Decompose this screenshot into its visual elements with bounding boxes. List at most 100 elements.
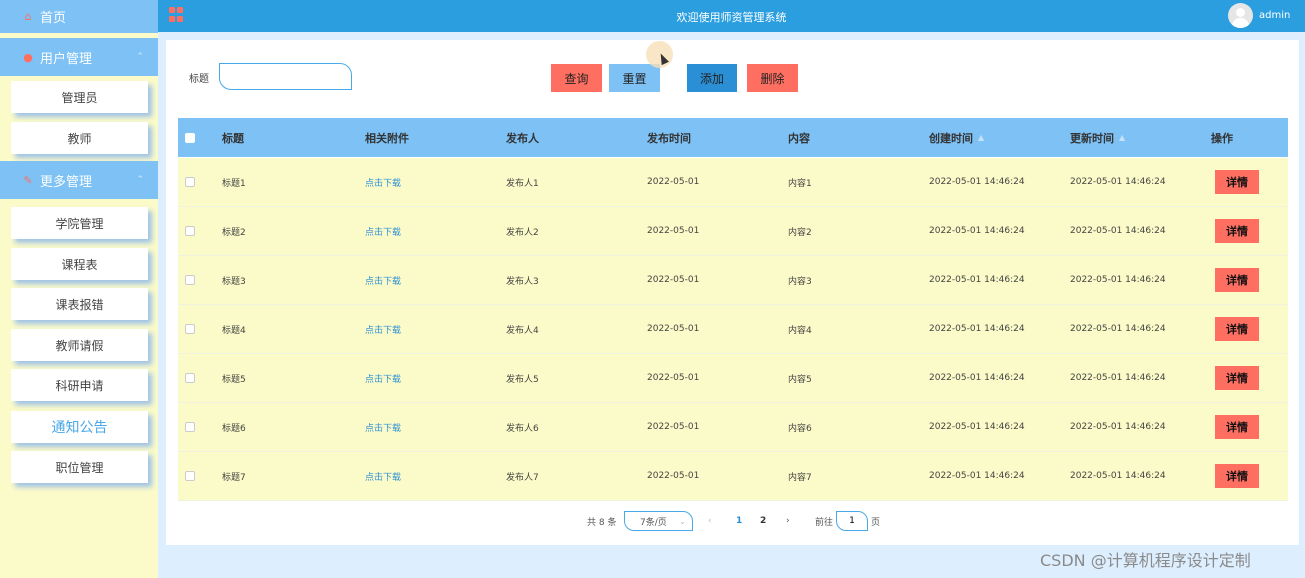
sidebar-item-label: 课表报错 (55, 297, 104, 312)
table-row: 标题5 点击下载 发布人5 2022-05-01 内容5 2022-05-01 14:46… (178, 354, 1288, 403)
page-1-button[interactable]: 1 (736, 511, 742, 531)
detail-button[interactable]: 详情 (1215, 317, 1259, 341)
row-checkbox[interactable] (185, 226, 195, 236)
sidebar-item-label: 教师请假 (55, 338, 104, 353)
sidebar-item-teacher[interactable]: 教师 (11, 122, 148, 154)
sidebar-group-user[interactable]: ● 用户管理 ⌃ (0, 38, 158, 76)
row-checkbox[interactable] (185, 177, 195, 187)
cell-publisher: 发布人4 (506, 325, 539, 336)
cell-publisher: 发布人2 (506, 227, 539, 238)
cell-publisher: 发布人3 (506, 276, 539, 287)
sidebar-item-position[interactable]: 职位管理 (11, 451, 148, 483)
sort-icon[interactable]: ▲ (1119, 133, 1125, 142)
cell-updated: 2022-05-01 14:46:24 (1070, 373, 1166, 383)
download-link[interactable]: 点击下载 (365, 305, 401, 353)
detail-button[interactable]: 详情 (1215, 464, 1259, 488)
cell-publish-time: 2022-05-01 (647, 177, 700, 187)
cell-created: 2022-05-01 14:46:24 (929, 373, 1025, 383)
add-button[interactable]: 添加 (687, 64, 737, 92)
cell-updated: 2022-05-01 14:46:24 (1070, 275, 1166, 285)
column-header-updated[interactable]: 更新时间 ▲ (1070, 118, 1125, 157)
sidebar-group-label: 更多管理 (40, 174, 93, 190)
sidebar-item-label: 通知公告 (51, 420, 108, 436)
cell-created: 2022-05-01 14:46:24 (929, 226, 1025, 236)
detail-button[interactable]: 详情 (1215, 366, 1259, 390)
column-header: 操作 (1211, 131, 1233, 145)
sidebar-item-teacher-leave[interactable]: 教师请假 (11, 329, 148, 361)
goto-page-input[interactable] (836, 511, 868, 531)
sidebar-item-admin[interactable]: 管理员 (11, 81, 148, 113)
column-header: 内容 (788, 131, 810, 145)
detail-button[interactable]: 详情 (1215, 170, 1259, 194)
table-row: 标题7 点击下载 发布人7 2022-05-01 内容7 2022-05-01 14:46… (178, 452, 1288, 501)
cell-updated: 2022-05-01 14:46:24 (1070, 226, 1166, 236)
row-checkbox[interactable] (185, 275, 195, 285)
sidebar-item-notice[interactable]: 通知公告 (11, 411, 148, 443)
cell-publisher: 发布人6 (506, 423, 539, 434)
cell-publish-time: 2022-05-01 (647, 373, 700, 383)
cell-content: 内容2 (788, 227, 812, 238)
sidebar-item-label: 课程表 (61, 257, 98, 272)
row-checkbox[interactable] (185, 373, 195, 383)
column-header: 相关附件 (365, 131, 409, 145)
sidebar-item-home[interactable]: ⌂ 首页 (0, 0, 158, 33)
sidebar-item-schedule[interactable]: 课程表 (11, 248, 148, 280)
download-link[interactable]: 点击下载 (365, 452, 401, 500)
cell-content: 内容1 (788, 178, 812, 189)
cell-publish-time: 2022-05-01 (647, 275, 700, 285)
chevron-down-icon: ⌃ (136, 175, 144, 185)
goto-label: 前往 (815, 517, 834, 528)
more-icon: ✎ (23, 173, 33, 187)
download-link[interactable]: 点击下载 (365, 207, 401, 255)
sidebar-item-label: 教师 (67, 131, 92, 146)
cell-title: 标题6 (222, 423, 246, 434)
sidebar-group-more[interactable]: ✎ 更多管理 ⌃ (0, 161, 158, 199)
delete-button[interactable]: 删除 (747, 64, 798, 92)
table-row: 标题2 点击下载 发布人2 2022-05-01 内容2 2022-05-01 14:46… (178, 207, 1288, 256)
sidebar-home-label: 首页 (40, 11, 67, 26)
detail-button[interactable]: 详情 (1215, 415, 1259, 439)
row-checkbox[interactable] (185, 324, 195, 334)
cell-created: 2022-05-01 14:46:24 (929, 177, 1025, 187)
title-search-input[interactable] (219, 63, 352, 90)
table-header: 标题 相关附件 发布人 发布时间 内容 创建时间 ▲ 更新时间 ▲ 操作 (178, 118, 1288, 157)
avatar[interactable] (1228, 3, 1253, 28)
sidebar-item-schedule-error[interactable]: 课表报错 (11, 288, 148, 320)
cell-content: 内容6 (788, 423, 812, 434)
table-row: 标题3 点击下载 发布人3 2022-05-01 内容3 2022-05-01 14:46… (178, 256, 1288, 305)
next-page-button[interactable]: › (786, 511, 790, 531)
sidebar-item-label: 学院管理 (55, 216, 104, 231)
sidebar-item-research[interactable]: 科研申请 (11, 369, 148, 401)
download-link[interactable]: 点击下载 (365, 256, 401, 304)
row-checkbox[interactable] (185, 422, 195, 432)
cell-title: 标题7 (222, 472, 246, 483)
pagination-total: 共 8 条 (587, 517, 617, 528)
username[interactable]: admin (1259, 10, 1290, 21)
download-link[interactable]: 点击下载 (365, 354, 401, 402)
cell-content: 内容3 (788, 276, 812, 287)
cell-updated: 2022-05-01 14:46:24 (1070, 324, 1166, 334)
download-link[interactable]: 点击下载 (365, 403, 401, 451)
cell-content: 内容5 (788, 374, 812, 385)
row-checkbox[interactable] (185, 471, 195, 481)
column-header-created[interactable]: 创建时间 ▲ (929, 118, 984, 157)
column-header: 发布人 (506, 131, 539, 145)
page-suffix: 页 (871, 517, 881, 528)
detail-button[interactable]: 详情 (1215, 219, 1259, 243)
table-row: 标题4 点击下载 发布人4 2022-05-01 内容4 2022-05-01 14:46… (178, 305, 1288, 354)
cell-updated: 2022-05-01 14:46:24 (1070, 471, 1166, 481)
prev-page-button[interactable]: ‹ (708, 511, 712, 531)
sort-icon[interactable]: ▲ (978, 133, 984, 142)
page-2-button[interactable]: 2 (760, 511, 766, 531)
query-button[interactable]: 查询 (551, 64, 602, 92)
select-all-checkbox[interactable] (185, 132, 195, 143)
sidebar-group-label: 用户管理 (40, 51, 93, 67)
cell-publisher: 发布人1 (506, 178, 539, 189)
sidebar-item-college[interactable]: 学院管理 (11, 207, 148, 239)
detail-button[interactable]: 详情 (1215, 268, 1259, 292)
download-link[interactable]: 点击下载 (365, 158, 401, 206)
page-title: 欢迎使用师资管理系统 (676, 11, 787, 24)
page-size-select[interactable]: 7条/页 ⌄ (624, 511, 693, 531)
reset-button[interactable]: 重置 (609, 64, 660, 92)
cell-created: 2022-05-01 14:46:24 (929, 324, 1025, 334)
